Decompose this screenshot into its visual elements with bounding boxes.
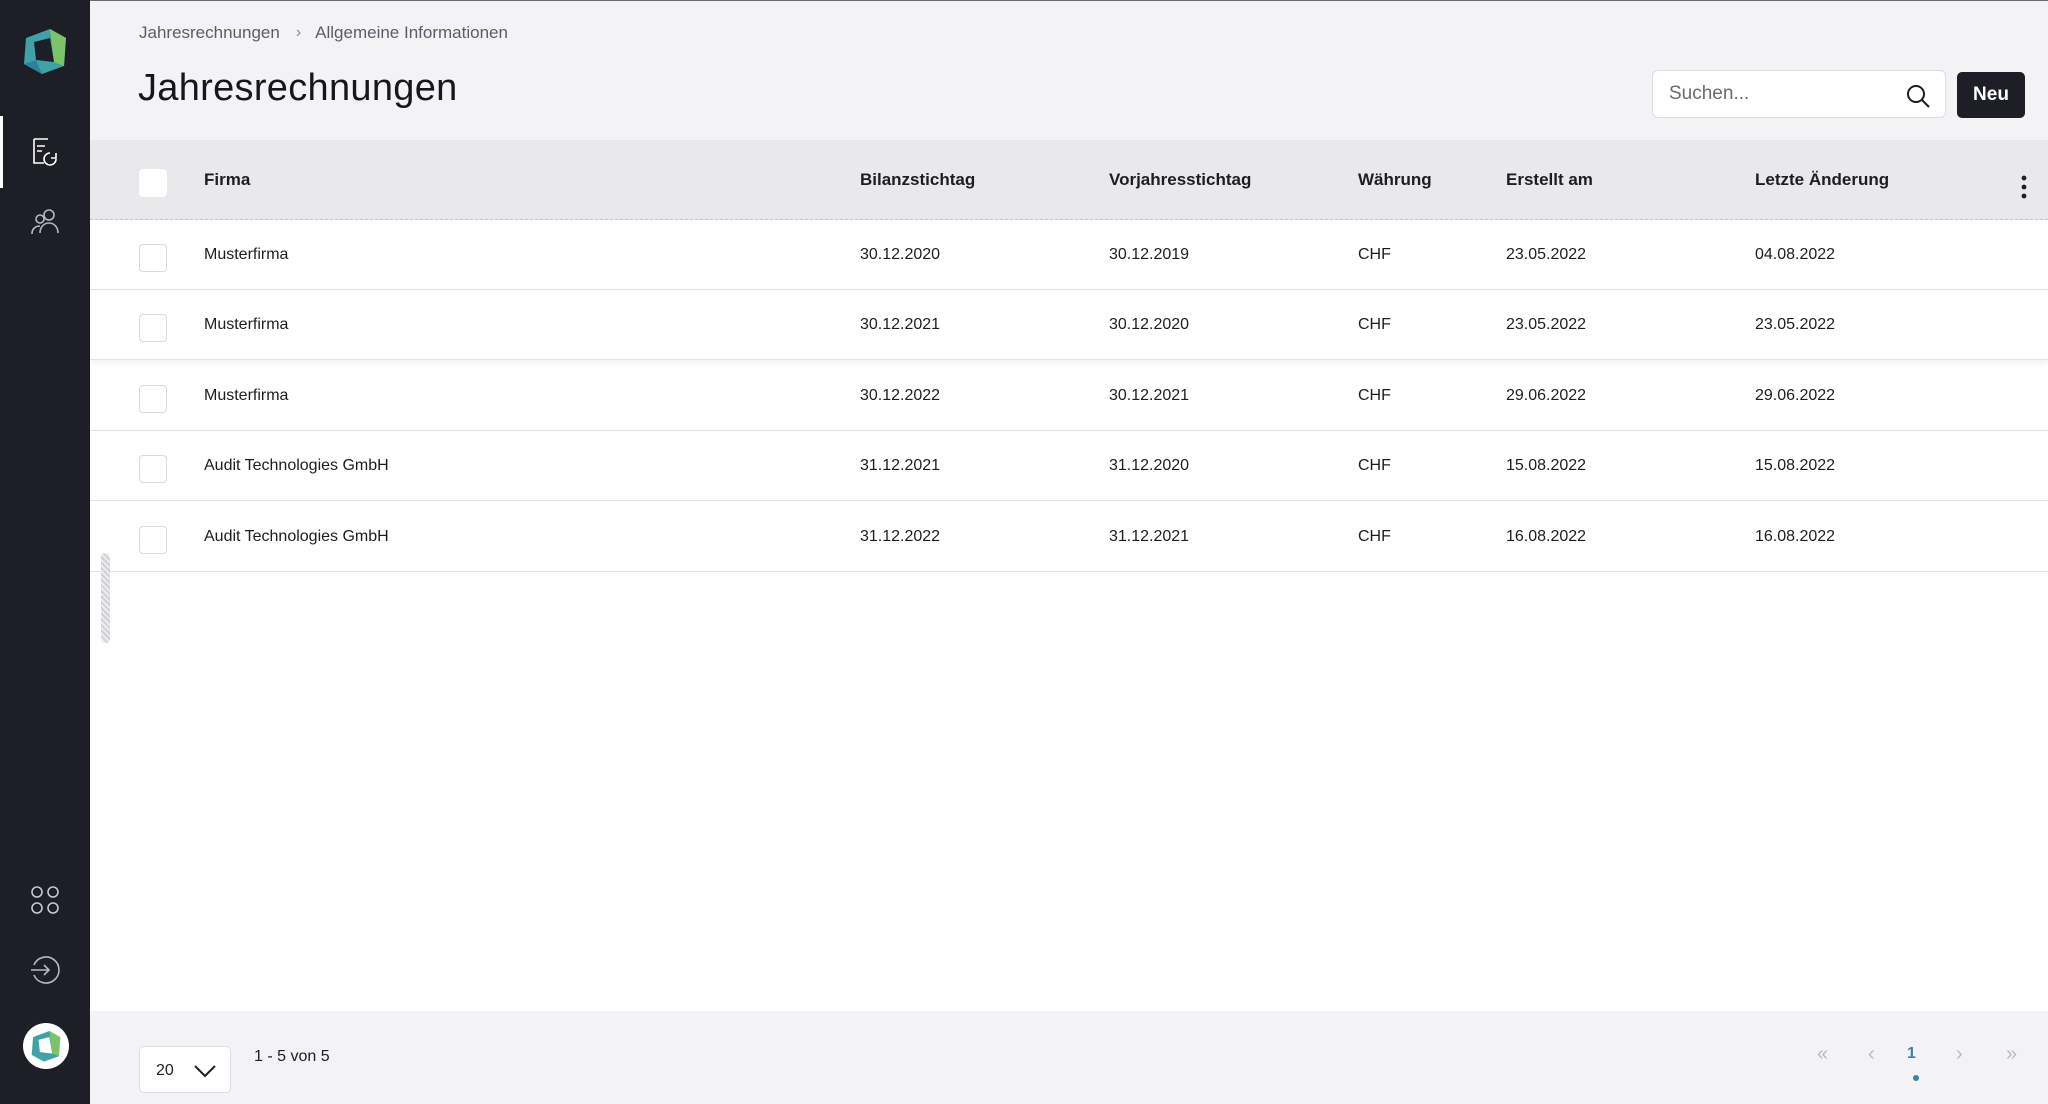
cell-waehrung: CHF <box>1358 387 1391 404</box>
column-header-vorjahresstichtag[interactable]: Vorjahresstichtag <box>1109 140 1251 220</box>
search-icon[interactable] <box>1905 83 1931 109</box>
cell-waehrung: CHF <box>1358 528 1391 545</box>
cell-firma: Musterfirma <box>204 316 289 333</box>
row-checkbox[interactable] <box>139 526 167 554</box>
cell-vorjahresstichtag: 31.12.2021 <box>1109 528 1190 545</box>
prev-page-button[interactable]: ‹ <box>1868 1043 1875 1066</box>
table-row[interactable]: Musterfirma 30.12.2022 30.12.2021 CHF 29… <box>90 361 2048 431</box>
chevron-down-icon <box>194 1065 216 1078</box>
more-options-icon[interactable] <box>2021 175 2027 199</box>
table-row[interactable]: Musterfirma 30.12.2020 30.12.2019 CHF 23… <box>90 220 2048 290</box>
column-header-letzte-aenderung[interactable]: Letzte Änderung <box>1755 140 1889 220</box>
cell-letzte-aenderung: 15.08.2022 <box>1755 457 1836 474</box>
next-page-button[interactable]: › <box>1956 1043 1963 1066</box>
cell-bilanzstichtag: 30.12.2021 <box>860 316 941 333</box>
first-page-button[interactable]: « <box>1817 1043 1828 1066</box>
avatar[interactable] <box>23 1023 69 1069</box>
cell-erstellt-am: 29.06.2022 <box>1506 387 1587 404</box>
cell-vorjahresstichtag: 30.12.2019 <box>1109 246 1190 263</box>
table-row[interactable]: Audit Technologies GmbH 31.12.2022 31.12… <box>90 502 2048 572</box>
breadcrumb: Jahresrechnungen › Allgemeine Informatio… <box>139 23 508 43</box>
breadcrumb-item-current: Allgemeine Informationen <box>315 23 508 42</box>
search-input[interactable] <box>1669 71 1889 117</box>
cell-erstellt-am: 16.08.2022 <box>1506 528 1587 545</box>
row-checkbox[interactable] <box>139 314 167 342</box>
main-content: Jahresrechnungen › Allgemeine Informatio… <box>90 0 2048 1104</box>
cell-vorjahresstichtag: 30.12.2021 <box>1109 387 1190 404</box>
cell-waehrung: CHF <box>1358 316 1391 333</box>
row-checkbox[interactable] <box>139 455 167 483</box>
table-row[interactable]: Audit Technologies GmbH 31.12.2021 31.12… <box>90 431 2048 501</box>
breadcrumb-item-jahresrechnungen[interactable]: Jahresrechnungen <box>139 23 280 43</box>
apps-grid-icon[interactable] <box>21 876 69 924</box>
cell-waehrung: CHF <box>1358 457 1391 474</box>
page-size-select[interactable]: 20 <box>139 1046 231 1093</box>
new-button[interactable]: Neu <box>1957 72 2025 118</box>
breadcrumb-separator: › <box>295 24 302 41</box>
cell-letzte-aenderung: 16.08.2022 <box>1755 528 1836 545</box>
column-header-waehrung[interactable]: Währung <box>1358 140 1432 220</box>
cell-waehrung: CHF <box>1358 246 1391 263</box>
cell-bilanzstichtag: 30.12.2020 <box>860 246 941 263</box>
select-all-checkbox[interactable] <box>139 169 167 197</box>
row-checkbox[interactable] <box>139 385 167 413</box>
cell-firma: Musterfirma <box>204 246 289 263</box>
search-box <box>1652 70 1946 118</box>
app-logo-icon[interactable] <box>20 26 70 76</box>
resize-handle[interactable] <box>101 553 110 643</box>
table-footer: 20 1 - 5 von 5 « ‹ 1 › » <box>90 1011 2048 1104</box>
users-icon[interactable] <box>21 198 69 246</box>
pagination-range: 1 - 5 von 5 <box>254 1048 330 1065</box>
cell-firma: Audit Technologies GmbH <box>204 457 389 474</box>
cell-vorjahresstichtag: 31.12.2020 <box>1109 457 1190 474</box>
cell-letzte-aenderung: 29.06.2022 <box>1755 387 1836 404</box>
cell-firma: Audit Technologies GmbH <box>204 528 389 545</box>
last-page-button[interactable]: » <box>2006 1043 2017 1066</box>
page-size-value: 20 <box>156 1062 174 1079</box>
annual-accounts-icon[interactable] <box>21 128 69 176</box>
active-nav-indicator <box>0 116 3 188</box>
page-header: Jahresrechnungen › Allgemeine Informatio… <box>90 1 2048 140</box>
cell-bilanzstichtag: 31.12.2021 <box>860 457 941 474</box>
column-header-firma[interactable]: Firma <box>204 140 250 220</box>
column-header-erstellt-am[interactable]: Erstellt am <box>1506 140 1593 220</box>
cell-bilanzstichtag: 31.12.2022 <box>860 528 941 545</box>
cell-firma: Musterfirma <box>204 387 289 404</box>
column-header-bilanzstichtag[interactable]: Bilanzstichtag <box>860 140 975 220</box>
sidebar <box>0 0 90 1104</box>
table-row[interactable]: Musterfirma 30.12.2021 30.12.2020 CHF 23… <box>90 290 2048 360</box>
cell-erstellt-am: 15.08.2022 <box>1506 457 1587 474</box>
page-title: Jahresrechnungen <box>138 67 458 109</box>
table-header: Firma Bilanzstichtag Vorjahresstichtag W… <box>90 140 2048 220</box>
cell-erstellt-am: 23.05.2022 <box>1506 316 1587 333</box>
current-page-indicator <box>1913 1075 1919 1081</box>
logout-icon[interactable] <box>21 946 69 994</box>
cell-vorjahresstichtag: 30.12.2020 <box>1109 316 1190 333</box>
cell-bilanzstichtag: 30.12.2022 <box>860 387 941 404</box>
row-checkbox[interactable] <box>139 244 167 272</box>
cell-letzte-aenderung: 04.08.2022 <box>1755 246 1836 263</box>
cell-letzte-aenderung: 23.05.2022 <box>1755 316 1836 333</box>
cell-erstellt-am: 23.05.2022 <box>1506 246 1587 263</box>
avatar-logo-icon <box>31 1031 61 1062</box>
current-page-button[interactable]: 1 <box>1907 1045 1916 1063</box>
